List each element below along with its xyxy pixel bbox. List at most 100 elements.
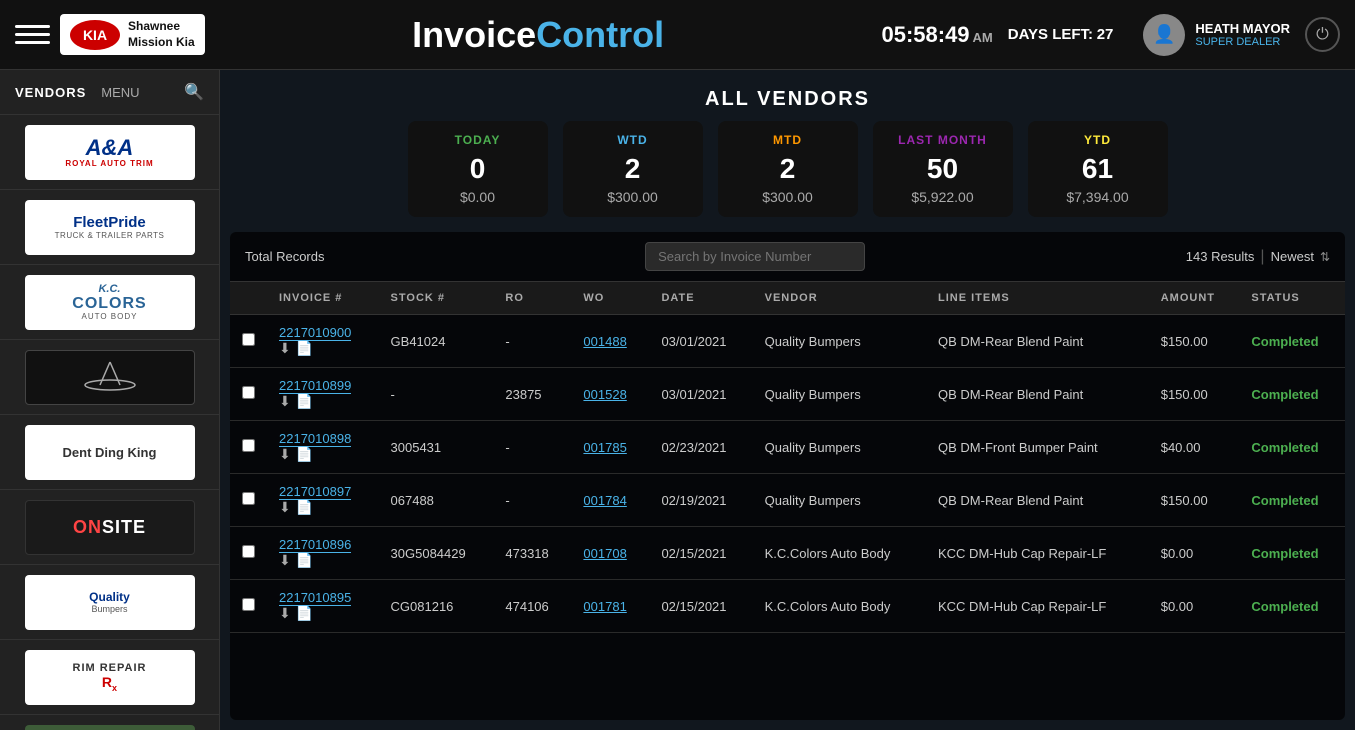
document-icon[interactable]: 📄: [296, 499, 313, 516]
stat-mtd: MTD 2 $300.00: [718, 121, 858, 217]
results-count: 143 Results: [1186, 249, 1255, 264]
sidebar-item-quality[interactable]: Quality Bumpers: [0, 565, 219, 640]
search-input[interactable]: [645, 242, 865, 271]
download-icon[interactable]: ⬇: [279, 393, 291, 410]
row-stock: GB41024: [379, 315, 494, 368]
row-checkbox-cell: [230, 527, 267, 580]
dealer-name: Shawnee Mission Kia: [128, 19, 195, 50]
table-toolbar: Total Records 143 Results | Newest ⇅: [230, 232, 1345, 282]
sidebar-item-infiniti[interactable]: [0, 340, 219, 415]
avatar: 👤: [1143, 14, 1185, 56]
sidebar-search-icon[interactable]: 🔍: [184, 82, 204, 102]
wo-link[interactable]: 001784: [583, 493, 626, 508]
table-row: 2217010900 ⬇ 📄 GB41024 - 001488 03/01/20…: [230, 315, 1345, 368]
download-icon[interactable]: ⬇: [279, 446, 291, 463]
row-checkbox-cell: [230, 580, 267, 633]
status-badge: Completed: [1251, 493, 1318, 508]
wo-link[interactable]: 001781: [583, 599, 626, 614]
row-status: Completed: [1239, 580, 1345, 633]
row-checkbox[interactable]: [242, 439, 255, 452]
dealer-logo-area: KIA Shawnee Mission Kia: [60, 14, 205, 55]
invoice-link[interactable]: 2217010897: [279, 484, 351, 500]
invoice-link[interactable]: 2217010896: [279, 537, 351, 553]
kia-logo: KIA: [70, 20, 120, 50]
row-wo: 001785: [571, 421, 649, 474]
invoice-table: INVOICE # STOCK # RO WO Date Vendor Line…: [230, 282, 1345, 633]
row-date: 02/23/2021: [649, 421, 752, 474]
vendor-logo-dent: Dent Ding King: [25, 425, 195, 480]
row-vendor: Quality Bumpers: [753, 421, 926, 474]
top-nav: KIA Shawnee Mission Kia InvoiceControl 0…: [0, 0, 1355, 70]
row-checkbox[interactable]: [242, 545, 255, 558]
sidebar-item-dent[interactable]: Dent Ding King: [0, 415, 219, 490]
row-checkbox-cell: [230, 474, 267, 527]
table-scroll: INVOICE # STOCK # RO WO Date Vendor Line…: [230, 282, 1345, 720]
stat-today-label: TODAY: [428, 133, 528, 147]
row-checkbox[interactable]: [242, 492, 255, 505]
sidebar-item-motivate[interactable]: "Believe you can and you're halfway ther…: [0, 715, 219, 730]
vendor-logo-kc: K.C. COLORS AUTO BODY: [25, 275, 195, 330]
stat-wtd-value: 2: [583, 153, 683, 185]
col-amount: Amount: [1149, 282, 1240, 315]
sidebar-item-aa[interactable]: A&A ROYAL AUTO TRIM: [0, 115, 219, 190]
download-icon[interactable]: ⬇: [279, 552, 291, 569]
invoice-tbody: 2217010900 ⬇ 📄 GB41024 - 001488 03/01/20…: [230, 315, 1345, 633]
row-checkbox[interactable]: [242, 386, 255, 399]
sidebar-item-rim[interactable]: RIM REPAIR Rx: [0, 640, 219, 715]
sidebar-item-fleetpride[interactable]: FleetPride TRUCK & TRAILER PARTS: [0, 190, 219, 265]
row-status: Completed: [1239, 368, 1345, 421]
vendor-logo-motivate: "Believe you can and you're halfway ther…: [25, 725, 195, 730]
invoice-link[interactable]: 2217010898: [279, 431, 351, 447]
row-invoice: 2217010897 ⬇ 📄: [267, 474, 379, 527]
stat-wtd: WTD 2 $300.00: [563, 121, 703, 217]
stats-row: TODAY 0 $0.00 WTD 2 $300.00 MTD 2 $300.0…: [220, 121, 1355, 232]
document-icon[interactable]: 📄: [296, 446, 313, 463]
wo-link[interactable]: 001528: [583, 387, 626, 402]
invoice-link[interactable]: 2217010900: [279, 325, 351, 341]
row-stock: 067488: [379, 474, 494, 527]
app-title: InvoiceControl: [225, 14, 852, 56]
stat-wtd-amount: $300.00: [583, 189, 683, 205]
row-lineitems: QB DM-Rear Blend Paint: [926, 368, 1149, 421]
power-button[interactable]: ⏻: [1305, 17, 1340, 52]
wo-link[interactable]: 001708: [583, 546, 626, 561]
row-invoice: 2217010900 ⬇ 📄: [267, 315, 379, 368]
sidebar-menu-label[interactable]: MENU: [101, 85, 139, 100]
sidebar-header-left: VENDORS MENU: [15, 85, 140, 100]
sort-icon[interactable]: ⇅: [1320, 250, 1330, 264]
page-title: ALL VENDORS: [220, 70, 1355, 121]
stat-today-value: 0: [428, 153, 528, 185]
table-row: 2217010897 ⬇ 📄 067488 - 001784 02/19/202…: [230, 474, 1345, 527]
document-icon[interactable]: 📄: [296, 340, 313, 357]
wo-link[interactable]: 001785: [583, 440, 626, 455]
days-left: DAYS LEFT: 27: [1008, 26, 1114, 43]
sidebar-item-kc[interactable]: K.C. COLORS AUTO BODY: [0, 265, 219, 340]
row-amount: $40.00: [1149, 421, 1240, 474]
row-ro: 23875: [493, 368, 571, 421]
row-checkbox[interactable]: [242, 598, 255, 611]
row-date: 02/15/2021: [649, 580, 752, 633]
vendor-logo-infiniti: [25, 350, 195, 405]
sidebar-item-onsite[interactable]: ONSITE: [0, 490, 219, 565]
table-head: INVOICE # STOCK # RO WO Date Vendor Line…: [230, 282, 1345, 315]
download-icon[interactable]: ⬇: [279, 499, 291, 516]
download-icon[interactable]: ⬇: [279, 340, 291, 357]
wo-link[interactable]: 001488: [583, 334, 626, 349]
stat-today: TODAY 0 $0.00: [408, 121, 548, 217]
document-icon[interactable]: 📄: [296, 393, 313, 410]
row-ro: -: [493, 421, 571, 474]
document-icon[interactable]: 📄: [296, 605, 313, 622]
document-icon[interactable]: 📄: [296, 552, 313, 569]
hamburger-menu[interactable]: [15, 17, 50, 52]
invoice-link[interactable]: 2217010899: [279, 378, 351, 394]
row-checkbox[interactable]: [242, 333, 255, 346]
download-icon[interactable]: ⬇: [279, 605, 291, 622]
row-ro: 474106: [493, 580, 571, 633]
vendor-logo-quality: Quality Bumpers: [25, 575, 195, 630]
invoice-link[interactable]: 2217010895: [279, 590, 351, 606]
row-wo: 001784: [571, 474, 649, 527]
row-checkbox-cell: [230, 315, 267, 368]
sidebar-vendors-label: VENDORS: [15, 85, 86, 100]
row-date: 02/15/2021: [649, 527, 752, 580]
row-lineitems: QB DM-Front Bumper Paint: [926, 421, 1149, 474]
